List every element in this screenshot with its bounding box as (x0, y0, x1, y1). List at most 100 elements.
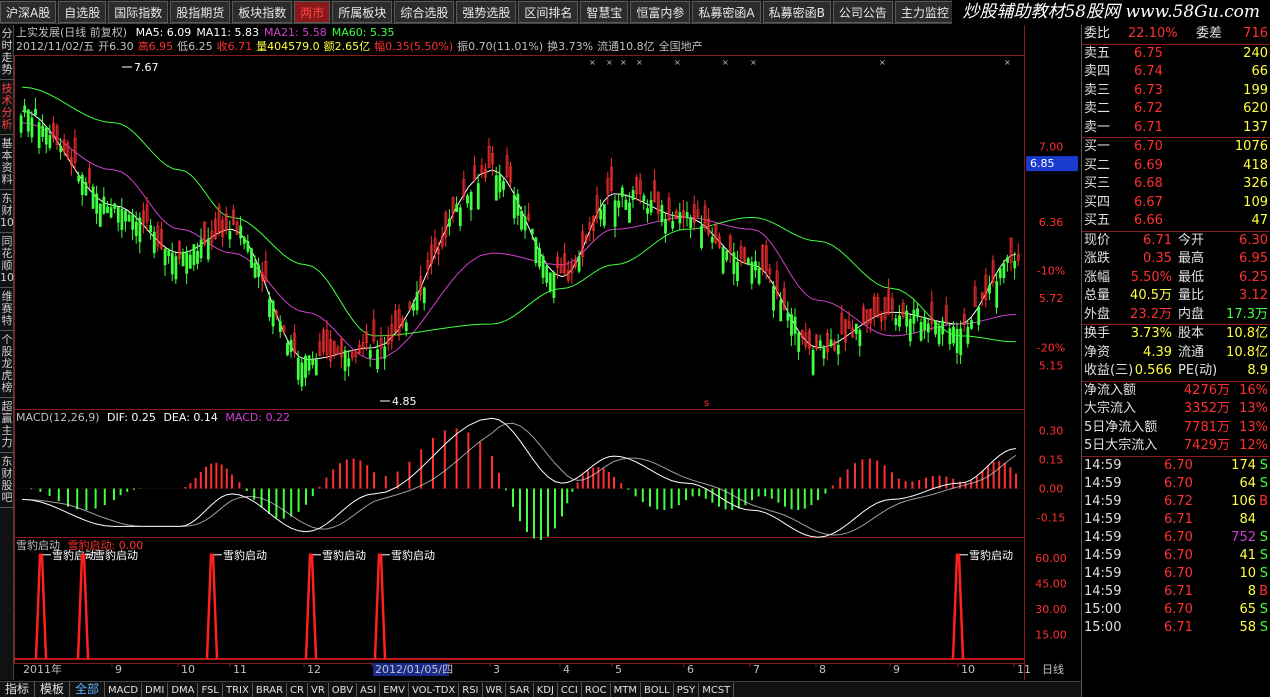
tick-side: B (1259, 493, 1268, 509)
top-menu-item[interactable]: 沪深A股 (0, 1, 57, 23)
wc-value: 716 (1243, 26, 1268, 41)
vertical-tab[interactable]: 分时走势 (0, 25, 14, 80)
tick-price: 6.70 (1164, 601, 1193, 617)
indicator-tab[interactable]: 模板 (35, 682, 71, 697)
candle-body (376, 349, 379, 370)
vertical-tab[interactable]: 东财股吧 (0, 453, 14, 508)
indicator-tab[interactable]: SAR (506, 683, 534, 697)
indicator-tab[interactable]: WR (483, 683, 507, 697)
candle-body (77, 175, 81, 182)
top-menu-item[interactable]: 股指期货 (170, 1, 231, 23)
bar-info-item: 开6.30 (98, 40, 134, 53)
candle-body (966, 326, 970, 344)
indicator-tab[interactable]: OBV (329, 683, 358, 697)
kline-chart-area[interactable]: 7.00 6.36 5.72 5.15 -10% -20% 6.85 2011年 9 10 11 12… (14, 25, 1081, 680)
indicator-tab[interactable]: RSI (459, 683, 483, 697)
top-menu-item[interactable]: 所属板块 (332, 1, 393, 23)
signal-spike (304, 553, 318, 660)
tick-time: 14:59 (1084, 493, 1122, 509)
indicator-tab[interactable]: BOLL (641, 683, 674, 697)
top-menu-item[interactable]: 恒富内参 (630, 1, 691, 23)
indicator-tab[interactable]: ASI (357, 683, 381, 697)
vertical-tab[interactable]: 基本资料 (0, 135, 14, 190)
candle-body (347, 358, 351, 367)
indicator-tab[interactable]: 全部 (70, 682, 106, 697)
indicator-tab[interactable]: TRIX (223, 683, 253, 697)
chart-canvas[interactable]: 7.00 6.36 5.72 5.15 -10% -20% 6.85 2011年 9 10 11 12… (14, 25, 1081, 680)
time-axis-label: 7 (753, 663, 760, 676)
candle-body (912, 309, 916, 324)
candle-body (95, 193, 99, 214)
pct-axis-label: -20% (1037, 342, 1065, 355)
top-menu-item[interactable]: 公司公告 (832, 1, 893, 23)
indicator-tab[interactable]: DMI (142, 683, 169, 697)
quote-row: 14:59 6.71 84 (1082, 511, 1270, 529)
top-menu-item[interactable]: 智慧宝 (580, 1, 629, 23)
top-menu-item[interactable]: 两市 (294, 1, 331, 23)
ask-volume: 199 (1243, 82, 1268, 98)
top-menu-item[interactable]: 综合选股 (394, 1, 455, 23)
signal-label: 雪豹启动 (391, 549, 435, 562)
top-menu-item[interactable]: 板块指数 (232, 1, 293, 23)
indicator-tab[interactable]: 指标 (0, 682, 36, 697)
candle-body (404, 322, 408, 332)
tick-side: S (1259, 529, 1268, 545)
candle-body (613, 200, 617, 227)
indicator-tab[interactable]: CCI (558, 683, 582, 697)
indicator-tab[interactable]: MACD (105, 683, 143, 697)
price-axis-label: 5.15 (1039, 359, 1064, 372)
tick-side: S (1259, 619, 1268, 635)
vertical-tab[interactable]: 维赛特 (0, 288, 14, 331)
stat-label: 最低 (1178, 269, 1205, 285)
quote-row: 14:59 6.71 8 B (1082, 583, 1270, 601)
candle-body (926, 323, 930, 333)
candle-body (163, 248, 167, 266)
stat-label: 量比 (1178, 288, 1205, 303)
indicator-tab[interactable]: ROC (582, 683, 611, 697)
candle-body (916, 308, 919, 318)
indicator-tab[interactable]: EMV (380, 683, 409, 697)
ask-volume: 620 (1243, 101, 1268, 116)
vertical-tab[interactable]: 同花顺10 (0, 233, 14, 288)
info-mine-mark: × (636, 58, 643, 67)
tick-price: 6.70 (1164, 529, 1193, 545)
indicator-tab[interactable]: FSL (198, 683, 223, 697)
time-axis-label: 9 (893, 663, 900, 676)
ask-label: 卖二 (1084, 101, 1111, 116)
flow-pct: 13% (1239, 401, 1268, 416)
indicator-tab[interactable]: MTM (611, 683, 642, 697)
indicator-tab[interactable]: CR (287, 683, 308, 697)
candle-body (242, 237, 246, 244)
top-menu-item[interactable]: 自选股 (58, 1, 107, 23)
indicator-value: 雪豹启动: 0.00 (67, 539, 144, 552)
vertical-tab[interactable]: 超赢主力 (0, 398, 14, 453)
top-menu-item[interactable]: 私募密函A (692, 1, 761, 23)
top-menu-item[interactable]: 主力监控 (894, 1, 955, 23)
top-menu-item[interactable]: 强势选股 (456, 1, 517, 23)
vertical-tab[interactable]: 个股龙虎榜 (0, 331, 14, 398)
time-axis-label: 12 (307, 663, 321, 676)
tick-time: 14:59 (1084, 547, 1122, 563)
quote-row: 现价 6.71 今开 6.30 (1082, 232, 1270, 251)
vertical-tab[interactable]: 东财10 (0, 190, 14, 233)
stat-value: 6.95 (1239, 251, 1268, 266)
candle-body (278, 321, 282, 332)
wc-label: 委差 (1196, 26, 1223, 41)
vertical-tab[interactable]: 技术分析 (0, 80, 14, 135)
panel-frame (14, 55, 1025, 410)
top-menu-item[interactable]: 私募密函B (762, 1, 831, 23)
info-mine-mark: × (606, 58, 613, 67)
indicator-tab[interactable]: PSY (674, 683, 700, 697)
indicator-tab[interactable]: DMA (168, 683, 199, 697)
ask-price: 6.73 (1134, 82, 1163, 98)
indicator-tab[interactable]: VR (308, 683, 329, 697)
indicator-tab[interactable]: MCST (699, 683, 735, 697)
indicator-tab[interactable]: VOL-TDX (409, 683, 460, 697)
indicator-tab[interactable]: KDJ (534, 683, 558, 697)
top-menu-item[interactable]: 区间排名 (518, 1, 579, 23)
top-menu-item[interactable]: 国际指数 (108, 1, 169, 23)
indicator-tab[interactable]: BRAR (253, 683, 288, 697)
ask-label: 卖五 (1084, 45, 1111, 61)
bid-volume: 1076 (1234, 139, 1268, 154)
candle-body (836, 344, 840, 355)
